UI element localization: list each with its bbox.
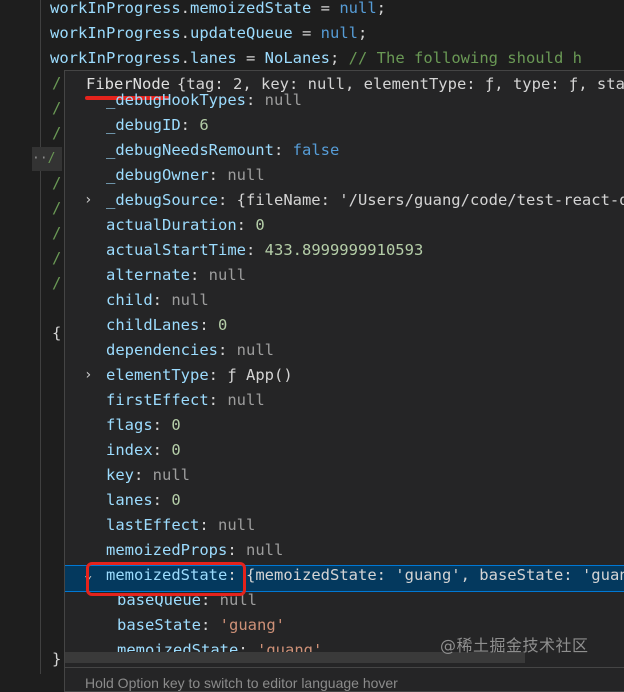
property-key: child bbox=[106, 291, 153, 309]
property-value: 0 bbox=[171, 441, 181, 459]
property-value: null bbox=[227, 391, 265, 409]
property-value: 433.8999999910593 bbox=[264, 241, 424, 259]
property-key: alternate bbox=[106, 266, 190, 284]
property-value: false bbox=[292, 141, 340, 159]
property-key: _debugHookTypes bbox=[106, 91, 246, 109]
comment-slash: / bbox=[52, 274, 62, 292]
property-key: actualDuration bbox=[106, 216, 237, 234]
code-value: NoLanes bbox=[264, 49, 330, 67]
property-value: null bbox=[208, 266, 246, 284]
property-row[interactable]: child: null bbox=[106, 288, 209, 313]
property-row[interactable]: _debugHookTypes: null bbox=[106, 88, 302, 113]
property-key: lanes bbox=[106, 491, 153, 509]
code-object: workInProgress bbox=[50, 0, 181, 17]
property-value: null bbox=[227, 166, 265, 184]
property-value: null bbox=[236, 341, 274, 359]
property-key: _debugNeedsRemount bbox=[106, 141, 274, 159]
property-row[interactable]: › _debugSource: {fileName: '/Users/guang/… bbox=[84, 188, 624, 213]
property-key: lastEffect bbox=[106, 516, 200, 534]
code-property: updateQueue bbox=[190, 24, 293, 42]
comment-slash: / bbox=[52, 199, 62, 217]
property-value: 0 bbox=[218, 316, 228, 334]
property-row[interactable]: baseState: 'guang' bbox=[117, 613, 285, 638]
chevron-right-icon[interactable]: › bbox=[84, 363, 92, 388]
code-line-2: workInProgress.updateQueue = null; bbox=[50, 24, 368, 42]
property-key: memoizedProps bbox=[106, 541, 228, 559]
property-row[interactable]: key: null bbox=[106, 463, 190, 488]
comment-slash: / bbox=[52, 99, 62, 117]
property-value: null bbox=[264, 91, 302, 109]
property-value: 0 bbox=[171, 491, 181, 509]
fold-dots-icon[interactable]: ··/ bbox=[32, 147, 62, 171]
property-value: null bbox=[171, 291, 209, 309]
property-row[interactable]: _debugNeedsRemount: false bbox=[106, 138, 339, 163]
property-key: baseState bbox=[117, 616, 201, 634]
property-key: index bbox=[106, 441, 153, 459]
code-value: null bbox=[320, 24, 358, 42]
watermark: @稀土掘金技术社区 bbox=[440, 636, 589, 655]
comment-slash: / bbox=[52, 224, 62, 242]
property-row[interactable]: alternate: null bbox=[106, 263, 246, 288]
code-object: workInProgress bbox=[50, 24, 181, 42]
debug-hover-widget[interactable]: FiberNode {tag: 2, key: null, elementTyp… bbox=[64, 70, 624, 692]
property-row[interactable]: lastEffect: null bbox=[106, 513, 255, 538]
indent-guide bbox=[40, 0, 41, 674]
comment-slash: / bbox=[47, 151, 56, 166]
property-value: {memoizedState: 'guang', baseState: 'gua… bbox=[246, 566, 624, 584]
code-property: lanes bbox=[190, 49, 237, 67]
property-row[interactable]: dependencies: null bbox=[106, 338, 274, 363]
property-key: _debugOwner bbox=[106, 166, 209, 184]
property-row[interactable]: memoizedProps: null bbox=[106, 538, 283, 563]
chevron-right-icon[interactable]: › bbox=[84, 188, 92, 213]
red-box-annotation bbox=[86, 562, 246, 596]
property-key: firstEffect bbox=[106, 391, 209, 409]
property-value: null bbox=[218, 516, 256, 534]
code-line-3: workInProgress.lanes = NoLanes; // The f… bbox=[50, 49, 582, 67]
property-key: key bbox=[106, 466, 134, 484]
open-brace: { bbox=[52, 324, 62, 342]
comment-slash: / bbox=[52, 124, 62, 142]
property-key: flags bbox=[106, 416, 153, 434]
property-key: _debugSource bbox=[106, 191, 218, 209]
property-value: {fileName: '/Users/guang/code/test-react… bbox=[236, 191, 624, 209]
property-key: childLanes bbox=[106, 316, 200, 334]
property-row[interactable]: _debugOwner: null bbox=[106, 163, 265, 188]
hover-footer: Hold Option key to switch to editor lang… bbox=[65, 667, 624, 691]
property-row[interactable]: actualDuration: 0 bbox=[106, 213, 265, 238]
property-value: null bbox=[246, 541, 284, 559]
property-value: 0 bbox=[171, 416, 181, 434]
fold-dots: ·· bbox=[32, 151, 48, 166]
close-brace: } bbox=[52, 650, 62, 668]
property-row[interactable]: childLanes: 0 bbox=[106, 313, 227, 338]
comment-slash: / bbox=[52, 174, 62, 192]
code-value: null bbox=[339, 0, 377, 17]
property-value: 0 bbox=[255, 216, 265, 234]
property-row[interactable]: › elementType: ƒ App() bbox=[84, 363, 293, 388]
property-value: ƒ App() bbox=[227, 366, 293, 384]
property-row[interactable]: lanes: 0 bbox=[106, 488, 181, 513]
code-comment: // The following should h bbox=[348, 49, 582, 67]
property-row[interactable]: flags: 0 bbox=[106, 413, 181, 438]
property-row[interactable]: _debugID: 6 bbox=[106, 113, 209, 138]
code-property: memoizedState bbox=[190, 0, 312, 17]
property-row[interactable]: actualStartTime: 433.8999999910593 bbox=[106, 238, 423, 263]
code-object: workInProgress bbox=[50, 49, 181, 67]
property-key: elementType bbox=[106, 366, 209, 384]
comment-slash: / bbox=[52, 249, 62, 267]
property-value: 6 bbox=[199, 116, 209, 134]
comment-slash: / bbox=[52, 74, 62, 92]
property-row[interactable]: index: 0 bbox=[106, 438, 181, 463]
property-row[interactable]: firstEffect: null bbox=[106, 388, 265, 413]
property-key: actualStartTime bbox=[106, 241, 246, 259]
property-key: _debugID bbox=[106, 116, 181, 134]
code-line-1: workInProgress.memoizedState = null; bbox=[50, 0, 386, 17]
property-value: 'guang' bbox=[219, 616, 285, 634]
property-value: null bbox=[152, 466, 190, 484]
property-key: dependencies bbox=[106, 341, 218, 359]
